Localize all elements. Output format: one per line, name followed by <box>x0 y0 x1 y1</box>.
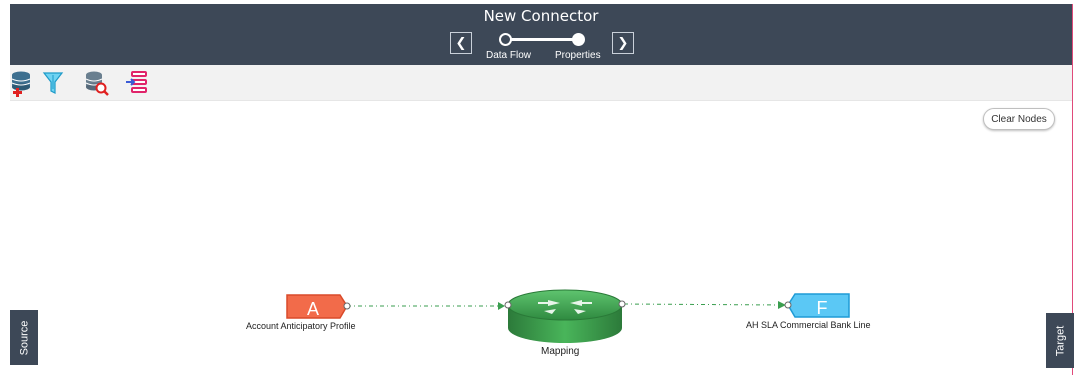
source-node-label: Account Anticipatory Profile <box>246 321 356 331</box>
target-node-letter: F <box>817 298 828 318</box>
edge-source-to-mapping <box>347 302 505 310</box>
target-tab-label: Target <box>1054 325 1067 356</box>
target-node[interactable]: F <box>784 293 850 318</box>
edge-mapping-to-target <box>623 301 786 309</box>
source-node[interactable]: A <box>286 294 351 319</box>
source-tab-label: Source <box>18 320 31 355</box>
source-node-letter: A <box>307 299 319 319</box>
flow-diagram: A F <box>286 289 850 343</box>
target-node-label: AH SLA Commercial Bank Line <box>746 320 871 330</box>
source-tab[interactable]: Source <box>10 310 38 365</box>
target-tab[interactable]: Target <box>1046 313 1074 368</box>
mapping-node[interactable] <box>504 289 626 343</box>
mapping-node-label: Mapping <box>541 346 580 357</box>
